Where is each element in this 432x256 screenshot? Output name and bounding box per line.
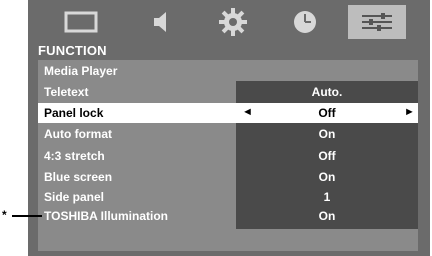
menu-row-side-panel[interactable]: Side panel 1 [38,187,418,207]
setup-menu-tab[interactable] [204,5,262,39]
row-value: 1 [323,190,331,204]
row-label: Blue screen [44,170,113,184]
menu-row-teletext[interactable]: Teletext Auto. [38,82,418,102]
footnote-asterisk: * [2,208,7,222]
timer-clock-icon [294,11,316,33]
sound-icon [154,12,166,32]
row-value: Off [318,149,336,163]
row-label: Teletext [44,85,89,99]
menu-title: FUNCTION [38,43,107,58]
row-label: Panel lock [44,106,104,120]
row-value: Off [318,106,336,120]
timer-menu-tab[interactable] [276,5,334,39]
picture-icon [64,11,98,33]
settings-gear-icon [219,8,247,36]
row-label: Auto format [44,127,112,141]
row-value: On [318,209,336,223]
row-value: Auto. [311,85,343,99]
menu-row-auto-format[interactable]: Auto format On [38,124,418,144]
row-value: On [318,170,336,184]
menu-row-media-player[interactable]: Media Player [38,61,418,81]
function-menu: Media Player Teletext Auto. Panel lock ◄… [38,60,418,251]
menu-row-toshiba-illumination[interactable]: TOSHIBA Illumination On [38,206,418,226]
function-menu-tab[interactable] [348,5,406,39]
menu-row-panel-lock[interactable]: Panel lock ◄ Off ► [38,103,418,123]
tv-menu-screen: FUNCTION Media Player Teletext Auto. Pan… [28,0,430,256]
menu-row-blue-screen[interactable]: Blue screen On [38,167,418,187]
picture-menu-tab[interactable] [52,5,110,39]
menu-row-4-3-stretch[interactable]: 4:3 stretch Off [38,146,418,166]
row-label: Media Player [44,64,118,78]
row-label: TOSHIBA Illumination [44,209,169,223]
callout-line [12,215,42,217]
menu-icon-bar [28,0,430,42]
row-label: Side panel [44,190,105,204]
function-sliders-icon [362,13,392,31]
row-label: 4:3 stretch [44,149,105,163]
row-value: On [318,127,336,141]
sound-menu-tab[interactable] [132,5,190,39]
right-arrow-icon[interactable]: ► [404,106,415,118]
